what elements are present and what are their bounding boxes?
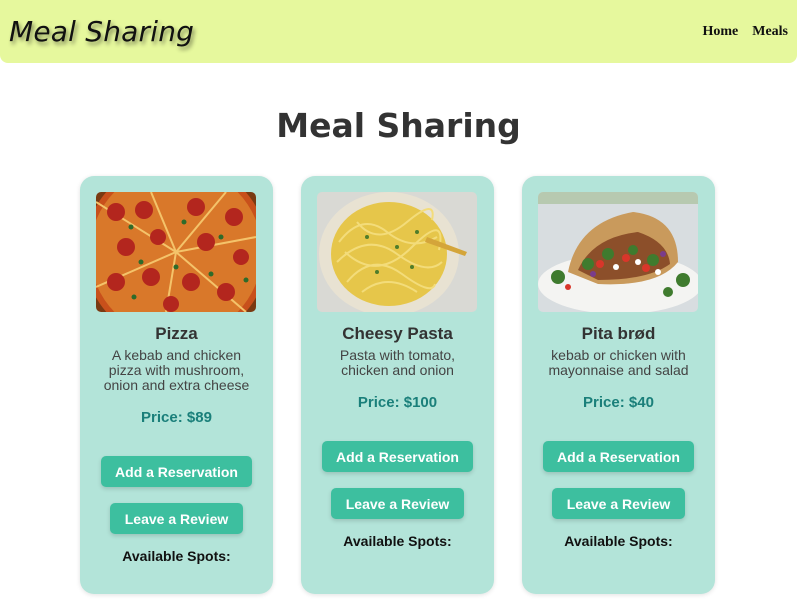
meal-price: Price: $100: [357, 394, 438, 411]
meal-card-pita-brod: Pita brød kebab or chicken with mayonnai…: [522, 176, 715, 594]
meal-price: Price: $89: [141, 409, 212, 426]
leave-review-button[interactable]: Leave a Review: [110, 503, 243, 534]
meal-image-pita-brod: [538, 192, 698, 312]
available-spots-label: Available Spots:: [343, 533, 452, 549]
available-spots-label: Available Spots:: [564, 533, 673, 549]
meal-card-body: Pita brød kebab or chicken with mayonnai…: [522, 324, 715, 549]
meal-name: Cheesy Pasta: [342, 324, 453, 343]
meal-card-body: Cheesy Pasta Pasta with tomato, chicken …: [301, 324, 494, 549]
meal-card-cheesy-pasta: Cheesy Pasta Pasta with tomato, chicken …: [301, 176, 494, 594]
nav-link-meals[interactable]: Meals: [752, 24, 788, 40]
navbar: Meal Sharing Home Meals: [0, 0, 797, 63]
nav-link-home[interactable]: Home: [702, 24, 738, 40]
meal-name: Pita brød: [581, 324, 656, 343]
leave-review-button[interactable]: Leave a Review: [552, 488, 685, 519]
meal-name: Pizza: [155, 324, 198, 343]
add-reservation-button[interactable]: Add a Reservation: [322, 441, 473, 472]
meal-price: Price: $40: [583, 394, 654, 411]
brand-logo[interactable]: Meal Sharing: [9, 15, 194, 48]
meal-description: kebab or chicken with mayonnaise and sal…: [548, 347, 689, 378]
meal-description: A kebab and chicken pizza with mushroom,…: [103, 347, 250, 393]
meal-image-pizza: [96, 192, 256, 312]
meal-card-body: Pizza A kebab and chicken pizza with mus…: [80, 324, 273, 564]
add-reservation-button[interactable]: Add a Reservation: [101, 456, 252, 487]
meal-image-cheesy-pasta: [317, 192, 477, 312]
meal-card-pizza: Pizza A kebab and chicken pizza with mus…: [80, 176, 273, 594]
nav-links: Home Meals: [702, 24, 788, 40]
available-spots-label: Available Spots:: [122, 548, 231, 564]
leave-review-button[interactable]: Leave a Review: [331, 488, 464, 519]
add-reservation-button[interactable]: Add a Reservation: [543, 441, 694, 472]
meal-description: Pasta with tomato, chicken and onion: [339, 347, 456, 378]
page-title: Meal Sharing: [276, 106, 521, 145]
